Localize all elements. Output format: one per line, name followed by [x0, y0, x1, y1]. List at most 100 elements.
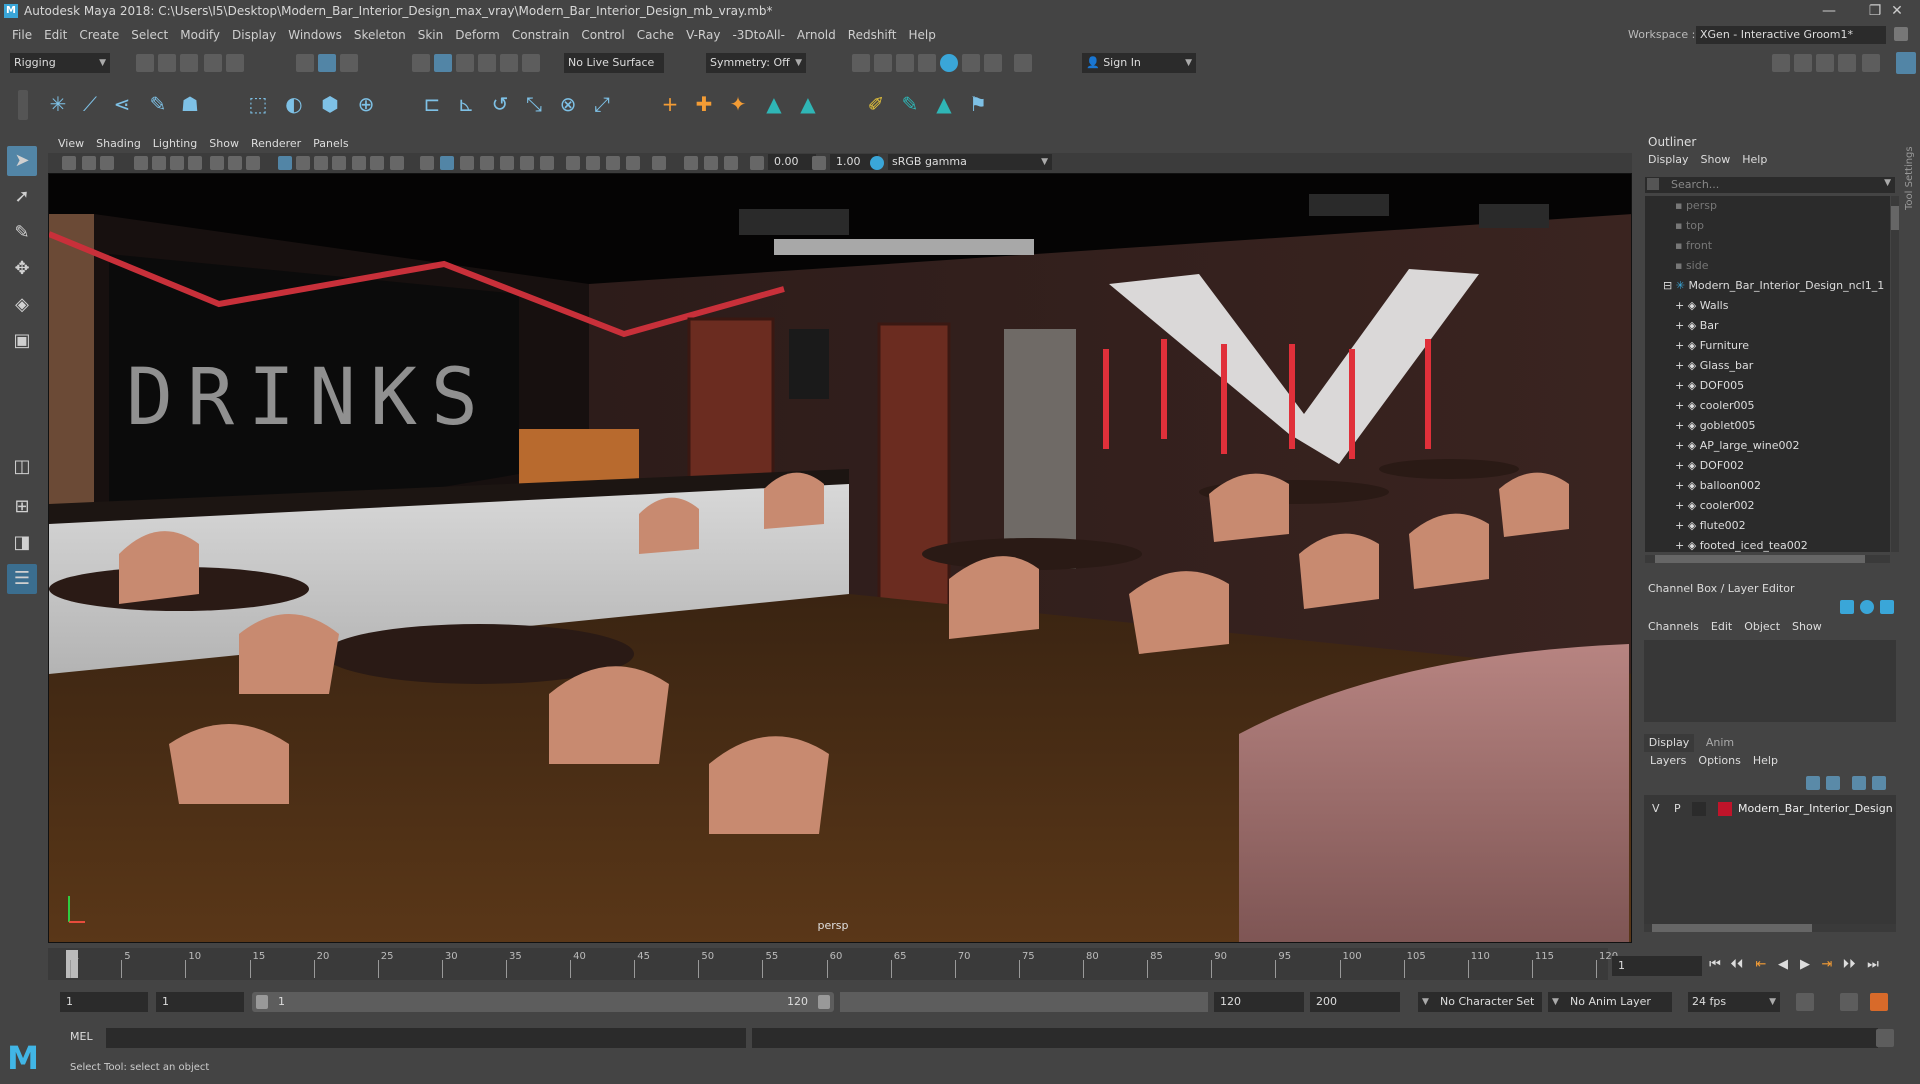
live-surface-dropdown[interactable]: No Live Surface: [564, 53, 664, 73]
blend-shape-icon[interactable]: ⊕: [354, 92, 378, 116]
expand-icon[interactable]: +: [1675, 519, 1688, 532]
safe-action-icon[interactable]: [314, 156, 328, 170]
locator-constraint-icon[interactable]: ✚: [692, 92, 716, 116]
viewport-menu-view[interactable]: View: [58, 137, 84, 150]
outliner-item-ap-large-wine002[interactable]: + ◈ AP_large_wine002: [1675, 436, 1800, 456]
bookmarks-icon[interactable]: [100, 156, 114, 170]
menu-skin[interactable]: Skin: [418, 28, 444, 42]
2d-pan-zoom-icon[interactable]: [152, 156, 166, 170]
joint-tool-icon[interactable]: ✳: [46, 92, 70, 116]
expand-icon[interactable]: +: [1675, 479, 1688, 492]
menu-modify[interactable]: Modify: [180, 28, 220, 42]
outliner-item-flute002[interactable]: + ◈ flute002: [1675, 516, 1746, 536]
menu-arnold[interactable]: Arnold: [797, 28, 836, 42]
open-scene-icon[interactable]: [158, 54, 176, 72]
pause-icon[interactable]: [1014, 54, 1032, 72]
outliner-item-persp[interactable]: ▪ persp: [1675, 196, 1717, 216]
layer-menu-help[interactable]: Help: [1753, 754, 1778, 767]
current-frame-field[interactable]: 1: [1612, 956, 1702, 976]
expand-icon[interactable]: +: [1675, 299, 1688, 312]
outliner-layout-icon[interactable]: ☰: [7, 564, 37, 594]
expand-icon[interactable]: +: [1675, 499, 1688, 512]
perspective-viewport[interactable]: DRINKS persp: [48, 173, 1632, 943]
snap-plane-icon[interactable]: [478, 54, 496, 72]
modeling-toolkit-icon[interactable]: [1772, 54, 1790, 72]
expand-icon[interactable]: +: [1675, 459, 1688, 472]
hik-character-icon[interactable]: ✦: [726, 92, 750, 116]
side-by-side-layout-icon[interactable]: ◨: [7, 528, 37, 558]
scale-constraint-icon[interactable]: ⤡: [522, 92, 546, 116]
animation-end-field[interactable]: 200: [1310, 992, 1400, 1012]
parent-constraint-icon[interactable]: ⊏: [420, 92, 444, 116]
layer-row[interactable]: V P Modern_Bar_Interior_Design: [1644, 799, 1896, 819]
preferences-icon[interactable]: [1870, 993, 1888, 1011]
menu-set-dropdown[interactable]: Rigging ▼: [10, 53, 110, 73]
render-current-icon[interactable]: [874, 54, 892, 72]
layer-visibility-toggle[interactable]: V: [1652, 802, 1660, 815]
channel-box-menu-show[interactable]: Show: [1792, 620, 1822, 633]
grid-icon[interactable]: [278, 156, 292, 170]
range-start-handle[interactable]: [256, 995, 268, 1009]
tool-settings-icon[interactable]: [1816, 54, 1834, 72]
tab-display[interactable]: Display: [1644, 734, 1694, 752]
hypershade-icon[interactable]: [940, 54, 958, 72]
expand-icon[interactable]: +: [1675, 439, 1688, 452]
render-settings-icon[interactable]: [918, 54, 936, 72]
grid-toggle-icon[interactable]: [188, 156, 202, 170]
menu-control[interactable]: Control: [581, 28, 624, 42]
expand-icon[interactable]: +: [1675, 319, 1688, 332]
collapse-icon[interactable]: ⊟: [1663, 279, 1676, 292]
hik-control-icon[interactable]: ▲: [932, 92, 956, 116]
menu-edit[interactable]: Edit: [44, 28, 67, 42]
menu-3dtoall[interactable]: -3DtoAll-: [732, 28, 784, 42]
motion-blur-icon[interactable]: [566, 156, 580, 170]
outliner-item-dof005[interactable]: + ◈ DOF005: [1675, 376, 1744, 396]
outliner-horizontal-scrollbar[interactable]: [1645, 555, 1890, 563]
viewport-menu-lighting[interactable]: Lighting: [153, 137, 197, 150]
step-forward-key-icon[interactable]: ⇥: [1818, 956, 1836, 974]
snap-surface-icon[interactable]: [500, 54, 518, 72]
expand-icon[interactable]: +: [1675, 359, 1688, 372]
character-set-dropdown[interactable]: ▼ No Character Set: [1418, 992, 1542, 1012]
resolution-gate-icon[interactable]: [228, 156, 242, 170]
playback-start-field[interactable]: 1: [156, 992, 244, 1012]
channel-box-menu-channels[interactable]: Channels: [1648, 620, 1699, 633]
paint-weights-icon[interactable]: ✐: [864, 92, 888, 116]
xray-icon[interactable]: [652, 156, 666, 170]
hik-source-icon[interactable]: ▲: [762, 92, 786, 116]
vray-render-icon[interactable]: [962, 54, 980, 72]
channel-box-menu-edit[interactable]: Edit: [1711, 620, 1732, 633]
save-scene-icon[interactable]: [180, 54, 198, 72]
select-component-icon[interactable]: [340, 54, 358, 72]
menu-cache[interactable]: Cache: [637, 28, 674, 42]
auto-key-icon[interactable]: [1840, 993, 1858, 1011]
ipr-render-icon[interactable]: [896, 54, 914, 72]
scrollbar-thumb[interactable]: [1891, 206, 1899, 230]
tab-anim[interactable]: Anim: [1700, 734, 1740, 752]
ik-spline-icon[interactable]: ⋖: [110, 92, 134, 116]
vray-ipr-icon[interactable]: [984, 54, 1002, 72]
safe-title-icon[interactable]: [332, 156, 346, 170]
attribute-editor-toggle-icon[interactable]: [1860, 600, 1874, 614]
menu-windows[interactable]: Windows: [288, 28, 342, 42]
layer-playback-toggle[interactable]: P: [1674, 802, 1681, 815]
view-transform-dropdown[interactable]: sRGB gamma ▼: [888, 154, 1052, 170]
layer-color-swatch[interactable]: [1718, 802, 1732, 816]
animation-start-field[interactable]: 1: [60, 992, 148, 1012]
default-material-icon[interactable]: [460, 156, 474, 170]
outliner-item-furniture[interactable]: + ◈ Furniture: [1675, 336, 1749, 356]
outliner-menu-display[interactable]: Display: [1648, 153, 1689, 166]
ik-handle-icon[interactable]: ⟋: [78, 92, 102, 116]
sculpt-icon[interactable]: ✎: [898, 92, 922, 116]
playback-end-field[interactable]: 120: [1214, 992, 1304, 1012]
wireframe-mode-icon[interactable]: [420, 156, 434, 170]
search-options-icon[interactable]: [1647, 178, 1659, 190]
viewport-menu-show[interactable]: Show: [209, 137, 239, 150]
menu-deform[interactable]: Deform: [455, 28, 500, 42]
channel-box-icon[interactable]: [1838, 54, 1856, 72]
film-gate-icon[interactable]: [210, 156, 224, 170]
scale-tool-icon[interactable]: ▣: [7, 326, 37, 356]
scrollbar-thumb[interactable]: [1655, 555, 1865, 563]
script-editor-icon[interactable]: [1876, 1029, 1894, 1047]
aim-constraint-icon[interactable]: ⊗: [556, 92, 580, 116]
